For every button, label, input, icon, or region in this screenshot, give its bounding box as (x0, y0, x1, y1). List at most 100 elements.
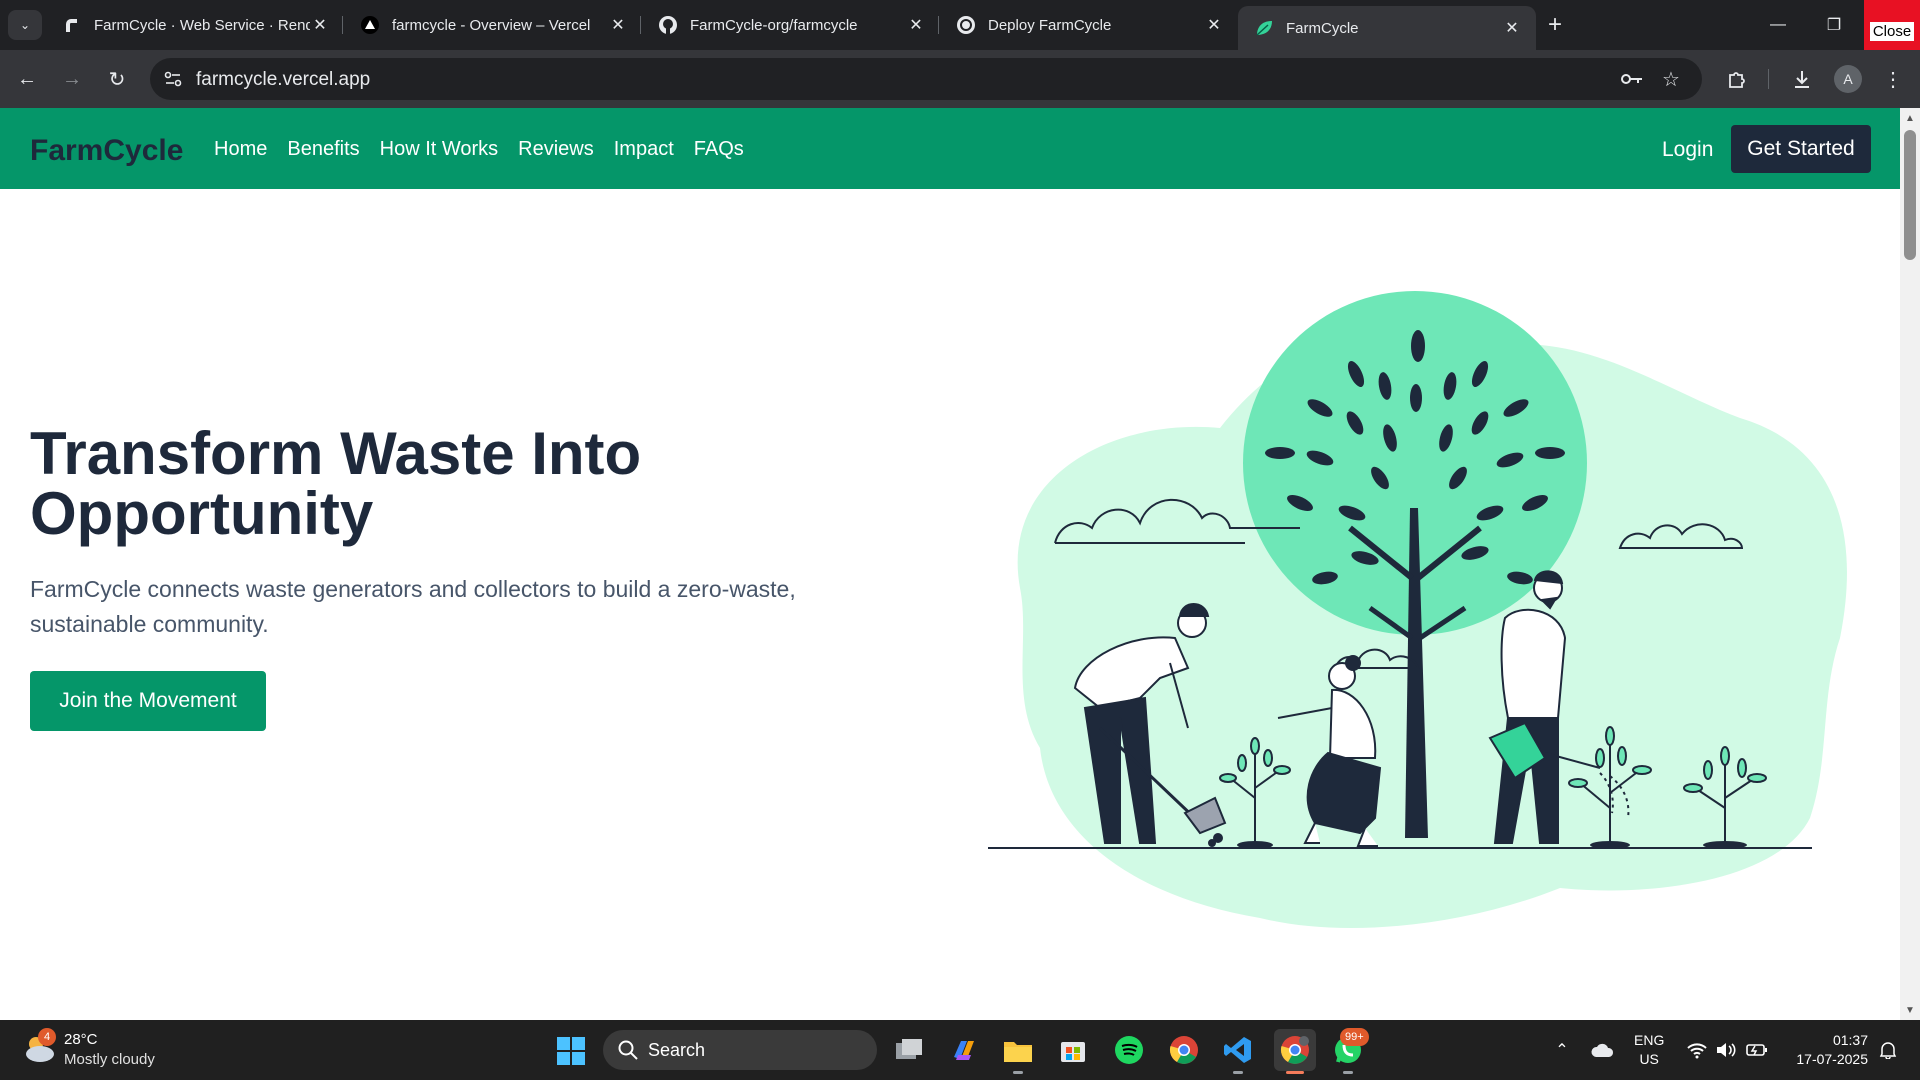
github-icon (658, 15, 678, 35)
taskbar-search[interactable]: Search (603, 1030, 877, 1070)
browser-tab-bar: ⌄ FarmCycle · Web Service · Render ✕ far… (0, 0, 1920, 50)
onedrive-cloud-icon[interactable] (1590, 1038, 1614, 1062)
openai-icon (956, 15, 976, 35)
close-label: Close (1869, 22, 1915, 41)
nav-faqs[interactable]: FAQs (694, 138, 744, 161)
address-bar[interactable]: farmcycle.vercel.app ☆ (150, 58, 1702, 100)
store-icon[interactable] (1055, 1032, 1091, 1068)
battery-icon[interactable] (1745, 1038, 1769, 1062)
minimize-button[interactable]: — (1750, 0, 1806, 50)
tab-title: FarmCycle (1286, 19, 1359, 37)
site-logo[interactable]: FarmCycle (30, 134, 183, 168)
tab-title: Deploy FarmCycle (988, 16, 1112, 34)
nav-home[interactable]: Home (214, 138, 267, 161)
get-started-button[interactable]: Get Started (1731, 125, 1871, 173)
password-key-icon[interactable] (1620, 68, 1644, 90)
tab-divider (342, 16, 343, 34)
tab-divider (640, 16, 641, 34)
minimize-icon: — (1770, 16, 1786, 33)
tab-deploy[interactable]: Deploy FarmCycle ✕ (940, 6, 1238, 44)
toolbar-divider (1768, 69, 1769, 89)
task-view-icon[interactable] (891, 1032, 927, 1068)
render-icon (62, 15, 82, 35)
close-tab-icon[interactable]: ✕ (906, 15, 926, 35)
hero-title: Transform Waste Into Opportunity (30, 420, 642, 547)
window-close-button[interactable]: Close (1864, 0, 1920, 50)
reload-button[interactable]: ↻ (102, 64, 132, 94)
restore-button[interactable]: ❐ (1806, 0, 1862, 50)
nav-impact[interactable]: Impact (614, 138, 674, 161)
tab-farmcycle[interactable]: FarmCycle ✕ (1238, 6, 1536, 50)
nav-how-it-works[interactable]: How It Works (380, 138, 499, 161)
wifi-icon[interactable] (1685, 1038, 1709, 1062)
reload-icon: ↻ (108, 68, 126, 91)
language-indicator[interactable]: ENG US (1634, 1031, 1664, 1069)
menu-kebab-icon[interactable]: ⋮ (1878, 64, 1908, 94)
download-icon[interactable] (1787, 64, 1817, 94)
running-indicator (1233, 1071, 1243, 1074)
url-text: farmcycle.vercel.app (196, 69, 371, 90)
notification-badge: 99+ (1340, 1028, 1369, 1046)
nav-reviews[interactable]: Reviews (518, 138, 594, 161)
arrow-left-icon: ← (17, 67, 37, 90)
lang-code: ENG (1634, 1032, 1665, 1048)
windows-start-icon[interactable] (556, 1036, 586, 1066)
weather-badge: 4 (38, 1028, 56, 1046)
hero-subtitle: FarmCycle connects waste generators and … (30, 576, 796, 637)
site-info-icon[interactable] (162, 68, 184, 90)
browser-toolbar: ← → ↻ farmcycle.vercel.app ☆ A ⋮ (0, 50, 1920, 108)
notifications-icon[interactable] (1876, 1038, 1900, 1062)
tab-title: farmcycle - Overview – Vercel (392, 16, 591, 34)
running-indicator (1343, 1071, 1353, 1074)
web-page: FarmCycle Home Benefits How It Works Rev… (0, 108, 1900, 1020)
chrome-profile-icon[interactable] (1274, 1029, 1316, 1071)
tab-render[interactable]: FarmCycle · Web Service · Render ✕ (46, 6, 344, 44)
clock-time: 01:37 (1832, 1032, 1868, 1048)
spotify-icon[interactable] (1111, 1032, 1147, 1068)
login-link[interactable]: Login (1662, 138, 1713, 162)
chrome-icon[interactable] (1166, 1032, 1202, 1068)
file-explorer-icon[interactable] (1000, 1032, 1036, 1068)
chevron-down-icon: ⌄ (19, 18, 31, 32)
new-tab-button[interactable]: + (1540, 10, 1570, 40)
arrow-right-icon: → (62, 67, 82, 90)
restore-icon: ❐ (1826, 17, 1842, 34)
bookmark-star-icon[interactable]: ☆ (1659, 68, 1683, 91)
vscode-icon[interactable] (1220, 1032, 1256, 1068)
search-icon (617, 1039, 639, 1061)
clock-date: 17-07-2025 (1796, 1051, 1868, 1067)
join-movement-button[interactable]: Join the Movement (30, 671, 266, 731)
close-tab-icon[interactable]: ✕ (1204, 15, 1224, 35)
system-clock[interactable]: 01:37 17-07-2025 (1788, 1031, 1868, 1069)
weather-condition[interactable]: Mostly cloudy (64, 1051, 155, 1068)
weather-temperature[interactable]: 28°C (64, 1031, 98, 1048)
copilot-icon[interactable] (946, 1032, 982, 1068)
tab-vercel[interactable]: farmcycle - Overview – Vercel ✕ (344, 6, 642, 44)
profile-avatar[interactable]: A (1834, 65, 1862, 93)
tab-divider (938, 16, 939, 34)
site-navbar: FarmCycle Home Benefits How It Works Rev… (0, 108, 1900, 189)
tab-title: FarmCycle-org/farmcycle (690, 16, 858, 34)
plus-icon: + (1547, 11, 1562, 38)
volume-icon[interactable] (1714, 1038, 1738, 1062)
back-button[interactable]: ← (12, 64, 42, 94)
avatar-initial: A (1843, 71, 1853, 87)
extensions-icon[interactable] (1722, 64, 1752, 94)
leaf-icon (1254, 18, 1274, 38)
nav-benefits[interactable]: Benefits (287, 138, 359, 161)
chevron-up-icon[interactable]: ⌃ (1550, 1038, 1574, 1062)
scrollbar-thumb[interactable] (1904, 130, 1916, 260)
tab-github[interactable]: FarmCycle-org/farmcycle ✕ (642, 6, 940, 44)
close-tab-icon[interactable]: ✕ (1502, 18, 1522, 38)
page-scrollbar[interactable]: ▲ ▼ (1900, 108, 1920, 1020)
hero-illustration (988, 291, 1847, 928)
tab-search-button[interactable]: ⌄ (8, 10, 42, 40)
forward-button[interactable]: → (57, 64, 87, 94)
scroll-down-icon[interactable]: ▼ (1904, 1004, 1916, 1016)
tab-title: FarmCycle · Web Service · Render (94, 16, 310, 34)
nav-links: Home Benefits How It Works Reviews Impac… (214, 138, 744, 161)
close-tab-icon[interactable]: ✕ (310, 15, 330, 35)
scroll-up-icon[interactable]: ▲ (1904, 112, 1916, 124)
close-tab-icon[interactable]: ✕ (608, 15, 628, 35)
search-label: Search (648, 1040, 706, 1060)
